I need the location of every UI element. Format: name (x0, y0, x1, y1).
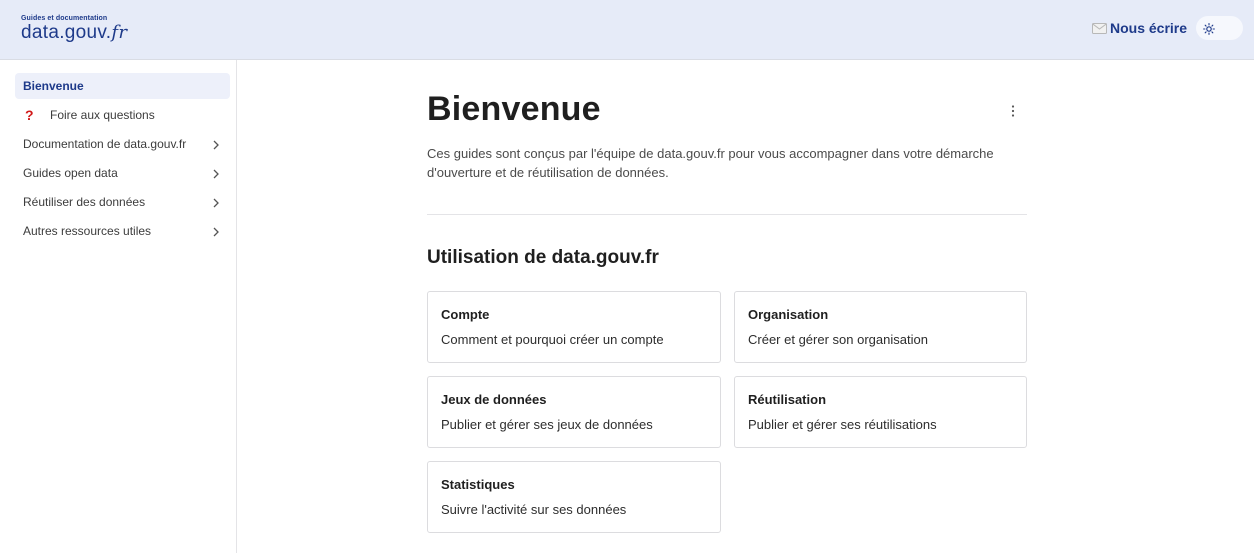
sidebar-item-autres-ressources[interactable]: Autres ressources utiles (15, 218, 230, 244)
site-logo[interactable]: Guides et documentation data.gouv.fr (21, 14, 127, 42)
contact-label: Nous écrire (1110, 20, 1188, 36)
card-description: Comment et pourquoi créer un compte (441, 332, 664, 347)
contact-link[interactable]: Nous écrire (1092, 18, 1187, 38)
logo-wordmark: data.gouv.fr (21, 22, 128, 43)
chevron-right-icon[interactable] (212, 168, 220, 179)
card-description: Créer et gérer son organisation (748, 332, 928, 347)
card-description: Publier et gérer ses réutilisations (748, 417, 937, 432)
card-compte[interactable]: Compte Comment et pourquoi créer un comp… (427, 291, 721, 363)
sun-icon (1203, 22, 1215, 35)
sidebar-item-label: Bienvenue (23, 79, 84, 93)
mail-icon (1092, 22, 1107, 34)
sidebar-item-reutiliser[interactable]: Réutiliser des données (15, 189, 230, 215)
sidebar-nav: Bienvenue ? Foire aux questions Document… (0, 60, 237, 553)
card-statistiques[interactable]: Statistiques Suivre l'activité sur ses d… (427, 461, 721, 533)
sidebar-item-faq[interactable]: ? Foire aux questions (15, 102, 230, 128)
section-divider (427, 214, 1027, 215)
card-description: Publier et gérer ses jeux de données (441, 417, 653, 432)
card-title: Compte (441, 307, 490, 322)
question-mark-icon: ? (25, 107, 34, 123)
card-organisation[interactable]: Organisation Créer et gérer son organisa… (734, 291, 1027, 363)
sidebar-item-bienvenue[interactable]: Bienvenue (15, 73, 230, 99)
card-reutilisation[interactable]: Réutilisation Publier et gérer ses réuti… (734, 376, 1027, 448)
intro-text: Ces guides sont conçus par l'équipe de d… (427, 146, 994, 180)
chevron-right-icon[interactable] (212, 139, 220, 150)
chevron-right-icon[interactable] (212, 226, 220, 237)
sidebar-item-label: Guides open data (23, 166, 118, 180)
sidebar-item-guides-open-data[interactable]: Guides open data (15, 160, 230, 186)
section-title: Utilisation de data.gouv.fr (427, 247, 659, 268)
theme-toggle[interactable] (1196, 16, 1243, 40)
card-title: Statistiques (441, 477, 515, 492)
sidebar-item-documentation[interactable]: Documentation de data.gouv.fr (15, 131, 230, 157)
card-title: Organisation (748, 307, 829, 322)
more-options-icon[interactable] (1007, 104, 1019, 118)
card-description: Suivre l'activité sur ses données (441, 502, 627, 517)
sidebar-item-label: Autres ressources utiles (23, 224, 152, 238)
card-jeux-de-donnees[interactable]: Jeux de données Publier et gérer ses jeu… (427, 376, 721, 448)
chevron-right-icon[interactable] (212, 197, 220, 208)
card-title: Jeux de données (441, 392, 547, 407)
sidebar-item-label: Réutiliser des données (23, 195, 146, 209)
card-title: Réutilisation (748, 392, 827, 407)
sidebar-item-label: Documentation de data.gouv.fr (23, 137, 187, 151)
page-title: Bienvenue (427, 90, 601, 128)
top-header: Guides et documentation data.gouv.fr Nou… (0, 0, 1254, 60)
sidebar-item-label: Foire aux questions (50, 108, 155, 122)
